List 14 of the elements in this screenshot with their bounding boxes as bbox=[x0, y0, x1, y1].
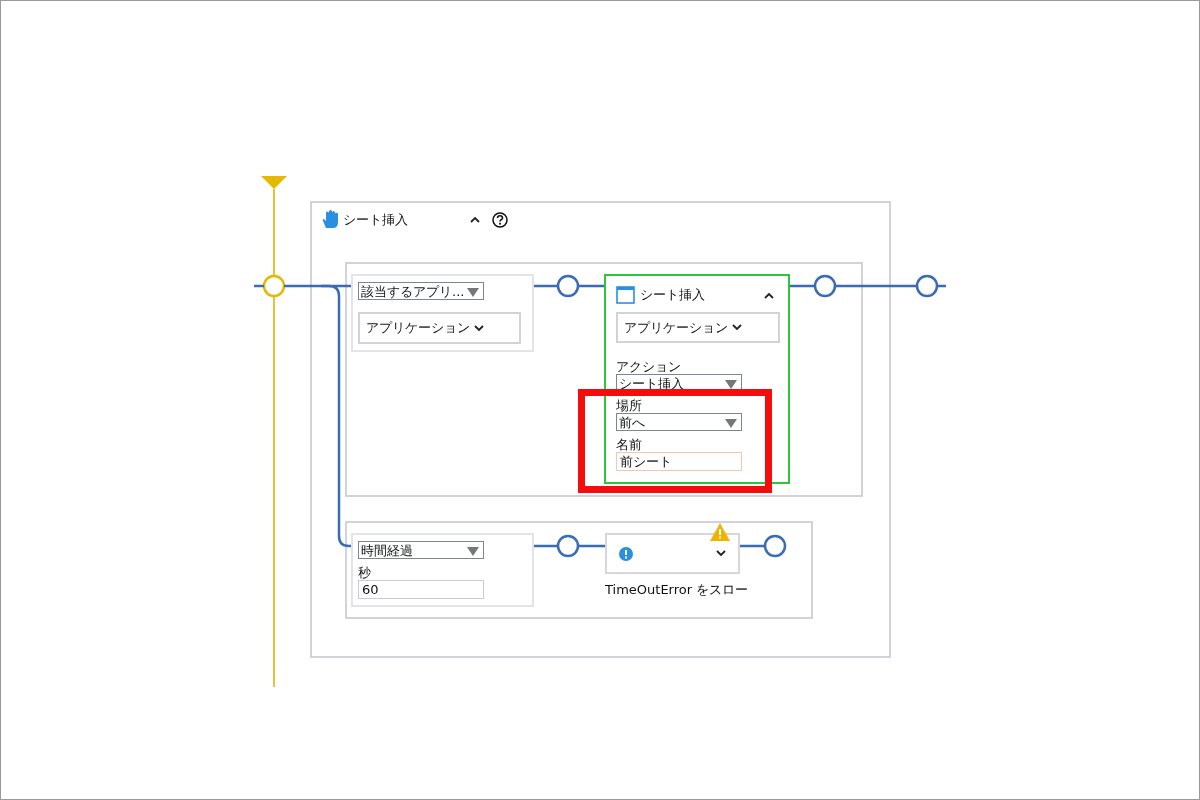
field-label: 場所 bbox=[616, 398, 642, 413]
group-title: シート挿入 bbox=[343, 210, 408, 229]
input-field[interactable]: 60 bbox=[358, 580, 484, 599]
select-field[interactable]: 該当するアプリ... bbox=[358, 282, 484, 300]
dropdown-button[interactable]: アプリケーション bbox=[358, 312, 521, 344]
input-field[interactable]: 前シート bbox=[616, 452, 742, 471]
field-label: 秒 bbox=[358, 565, 371, 580]
action-caption: TimeOutError をスロー bbox=[605, 581, 747, 599]
dropdown-button[interactable]: アプリケーション bbox=[616, 312, 780, 343]
select-field[interactable]: 時間経過 bbox=[358, 541, 484, 559]
action-title: シート挿入 bbox=[640, 286, 705, 304]
select-field[interactable]: 前へ bbox=[616, 413, 742, 431]
field-label: 名前 bbox=[616, 437, 642, 452]
field-label: アクション bbox=[616, 359, 681, 374]
